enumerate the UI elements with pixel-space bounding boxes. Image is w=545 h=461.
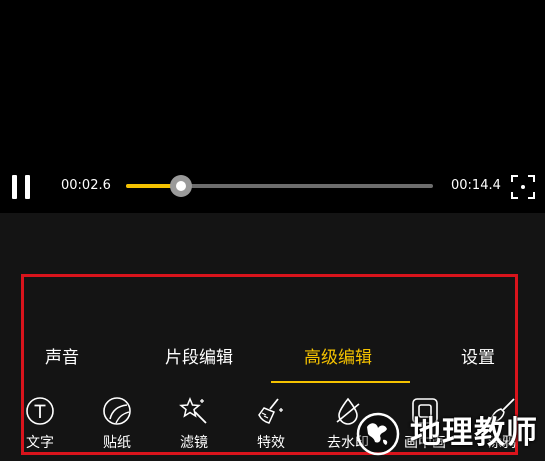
watermark: 地理教师	[345, 407, 545, 461]
tab-sound[interactable]: 声音	[45, 347, 79, 369]
watermark-logo-icon	[356, 412, 400, 456]
effects-broom-icon	[258, 398, 283, 424]
progress-slider[interactable]	[126, 175, 433, 197]
watermark-text: 地理教师	[410, 415, 538, 451]
text-icon	[26, 397, 54, 425]
fullscreen-button[interactable]	[510, 174, 536, 200]
fullscreen-icon	[511, 175, 535, 199]
tool-text-label: 文字	[26, 435, 54, 451]
tab-advanced-edit[interactable]: 高级编辑	[304, 347, 372, 369]
tab-settings[interactable]: 设置	[461, 347, 495, 369]
tab-clip-edit[interactable]: 片段编辑	[165, 347, 233, 369]
pause-button[interactable]	[11, 175, 33, 199]
filter-wand-icon	[179, 397, 207, 424]
tool-filter[interactable]: 滤镜	[164, 396, 224, 458]
tool-sticker-label: 贴纸	[103, 435, 131, 451]
active-tab-indicator	[271, 381, 410, 383]
tool-text[interactable]: 文字	[10, 396, 70, 458]
tool-effects[interactable]: 特效	[241, 396, 301, 458]
current-time: 00:02.6	[61, 178, 111, 193]
total-time: 00:14.4	[451, 178, 501, 193]
pause-icon	[12, 175, 17, 199]
tool-filter-label: 滤镜	[180, 435, 208, 451]
tool-sticker[interactable]: 贴纸	[87, 396, 147, 458]
pause-icon-bar	[25, 175, 30, 199]
sticker-icon	[103, 397, 131, 425]
tool-effects-label: 特效	[257, 435, 285, 451]
